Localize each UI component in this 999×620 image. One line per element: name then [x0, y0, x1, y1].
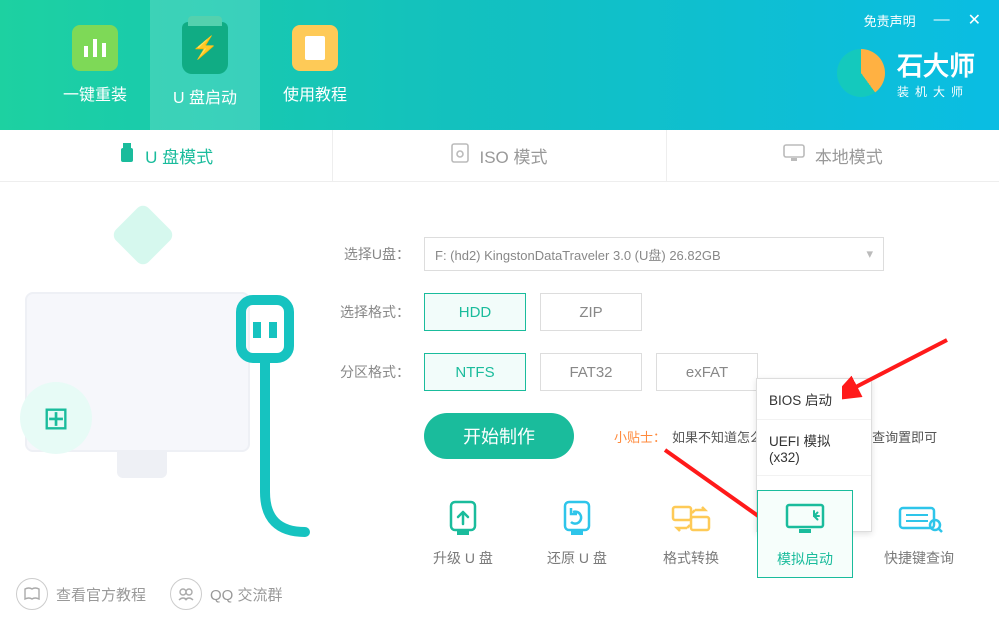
- header-tab-label: 使用教程: [283, 81, 347, 105]
- brand-logo-icon: [837, 49, 885, 97]
- window-controls: 免责声明 — ✕: [864, 10, 981, 30]
- action-label: 升级 U 盘: [433, 548, 493, 568]
- partition-label: 分区格式：: [340, 362, 410, 382]
- link-label: 查看官方教程: [56, 584, 146, 605]
- mode-tabs: U 盘模式 ISO 模式 本地模式: [0, 130, 999, 182]
- mode-tab-local[interactable]: 本地模式: [667, 130, 999, 181]
- action-label: 还原 U 盘: [547, 548, 607, 568]
- disclaimer-link[interactable]: 免责声明: [864, 11, 916, 30]
- format-option-hdd[interactable]: HDD: [424, 293, 526, 331]
- usb-plug-icon: [215, 292, 315, 552]
- usb-drive-icon: [119, 143, 135, 168]
- header-tab-reinstall[interactable]: 一键重装: [40, 0, 150, 130]
- usb-select[interactable]: F: (hd2) KingstonDataTraveler 3.0 (U盘) 2…: [424, 237, 884, 271]
- brand-subtitle: 装机大师: [897, 83, 975, 100]
- link-official-tutorial[interactable]: 查看官方教程: [16, 578, 146, 610]
- partition-option-ntfs[interactable]: NTFS: [424, 353, 526, 391]
- header-tab-tutorial[interactable]: 使用教程: [260, 0, 370, 130]
- start-create-button[interactable]: 开始制作: [424, 413, 574, 459]
- partition-option-fat32[interactable]: FAT32: [540, 353, 642, 391]
- chevron-down-icon: ▾: [866, 246, 873, 262]
- header-tab-label: U 盘启动: [173, 84, 237, 108]
- shield-bolt-icon: ⚡: [182, 22, 228, 74]
- bottom-actions: 升级 U 盘 还原 U 盘 格式转换 模拟启动 快捷键查询: [415, 490, 967, 578]
- monitor-icon: [783, 144, 805, 167]
- link-label: QQ 交流群: [210, 584, 283, 605]
- windows-tile-icon: [110, 202, 175, 267]
- brand: 石大师 装机大师: [837, 46, 975, 100]
- brand-name: 石大师: [897, 46, 975, 83]
- action-simulate-boot[interactable]: 模拟启动: [757, 490, 853, 578]
- format-option-zip[interactable]: ZIP: [540, 293, 642, 331]
- bar-chart-icon: [72, 25, 118, 71]
- usb-select-value: F: (hd2) KingstonDataTraveler 3.0 (U盘) 2…: [435, 245, 721, 264]
- iso-file-icon: [451, 143, 469, 168]
- mode-tab-label: 本地模式: [815, 143, 883, 168]
- format-label: 选择格式：: [340, 302, 410, 322]
- link-qq-group[interactable]: QQ 交流群: [170, 578, 283, 610]
- book-open-icon: [16, 578, 48, 610]
- popup-item-uefi32[interactable]: UEFI 模拟(x32): [757, 419, 871, 475]
- action-format-convert[interactable]: 格式转换: [643, 490, 739, 578]
- minimize-icon[interactable]: —: [934, 11, 950, 29]
- header-tab-label: 一键重装: [63, 81, 127, 105]
- tip-label: 小贴士：: [614, 427, 666, 446]
- action-label: 快捷键查询: [884, 548, 954, 568]
- close-icon[interactable]: ✕: [968, 10, 981, 30]
- users-icon: [170, 578, 202, 610]
- action-restore-usb[interactable]: 还原 U 盘: [529, 490, 625, 578]
- header-tab-usb-boot[interactable]: ⚡ U 盘启动: [150, 0, 260, 130]
- action-label: 格式转换: [663, 548, 719, 568]
- popup-item-bios[interactable]: BIOS 启动: [757, 379, 871, 419]
- mode-tab-iso[interactable]: ISO 模式: [333, 130, 666, 181]
- select-usb-label: 选择U盘：: [340, 244, 410, 264]
- windows-badge-icon: ⊞: [20, 382, 92, 454]
- mode-tab-label: U 盘模式: [145, 143, 213, 168]
- mode-tab-label: ISO 模式: [479, 143, 547, 168]
- action-label: 模拟启动: [777, 549, 833, 569]
- book-icon: [292, 25, 338, 71]
- mode-tab-usb[interactable]: U 盘模式: [0, 130, 333, 181]
- partition-option-exfat[interactable]: exFAT: [656, 353, 758, 391]
- action-hotkey-lookup[interactable]: 快捷键查询: [871, 490, 967, 578]
- bottom-links: 查看官方教程 QQ 交流群: [16, 578, 283, 610]
- app-header: 一键重装 ⚡ U 盘启动 使用教程 免责声明 — ✕ 石大师 装机大师: [0, 0, 999, 130]
- action-upgrade-usb[interactable]: 升级 U 盘: [415, 490, 511, 578]
- illustration-panel: ⊞: [0, 182, 320, 620]
